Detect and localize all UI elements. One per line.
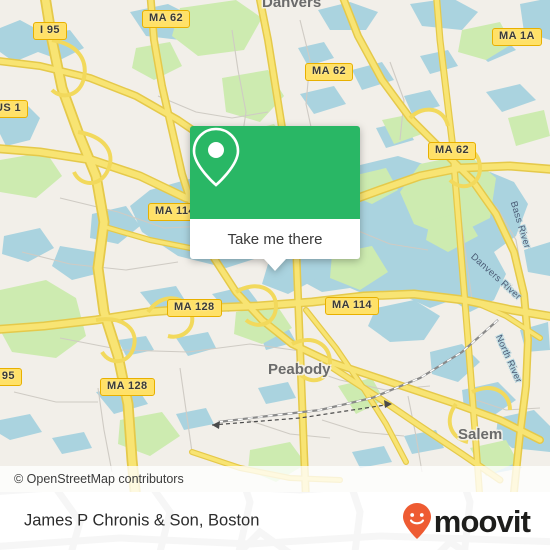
road-shield: US 1 [0,100,29,118]
page-footer: James P Chronis & Son, Boston moovit [0,492,550,550]
moovit-logo[interactable]: moovit [402,502,531,540]
road-shield: MA 128 [167,299,222,317]
map-popup-card[interactable]: Take me there [190,126,360,271]
map-page: I 95 MA 62 MA 62 MA 1A MA 62 US 1 MA 114… [0,0,550,550]
road-shield: MA 114 [325,297,379,315]
popup-tail [264,259,286,271]
attribution-text: © OpenStreetMap contributors [14,472,184,486]
road-shield: I 95 [33,22,67,40]
place-label-peabody: Peabody [268,361,331,378]
popup-header [190,126,360,219]
moovit-wordmark: moovit [433,503,531,539]
road-shield: MA 62 [428,142,476,160]
moovit-pin-icon [402,503,431,539]
road-shield: MA 62 [305,63,353,81]
place-label-danvers: Danvers [262,0,322,11]
road-shield: MA 62 [142,10,190,28]
place-label-salem: Salem [458,426,503,443]
popup-footer[interactable]: Take me there [190,219,360,259]
take-me-there-button[interactable]: Take me there [227,231,322,248]
road-shield: MA 1A [492,28,542,46]
map-attribution-bar: © OpenStreetMap contributors [0,466,550,492]
road-shield: I 95 [0,368,22,386]
road-shield: MA 128 [100,378,155,396]
location-pin-icon [192,127,240,187]
location-title: James P Chronis & Son, Boston [24,511,260,530]
map-canvas[interactable]: I 95 MA 62 MA 62 MA 1A MA 62 US 1 MA 114… [0,0,550,492]
